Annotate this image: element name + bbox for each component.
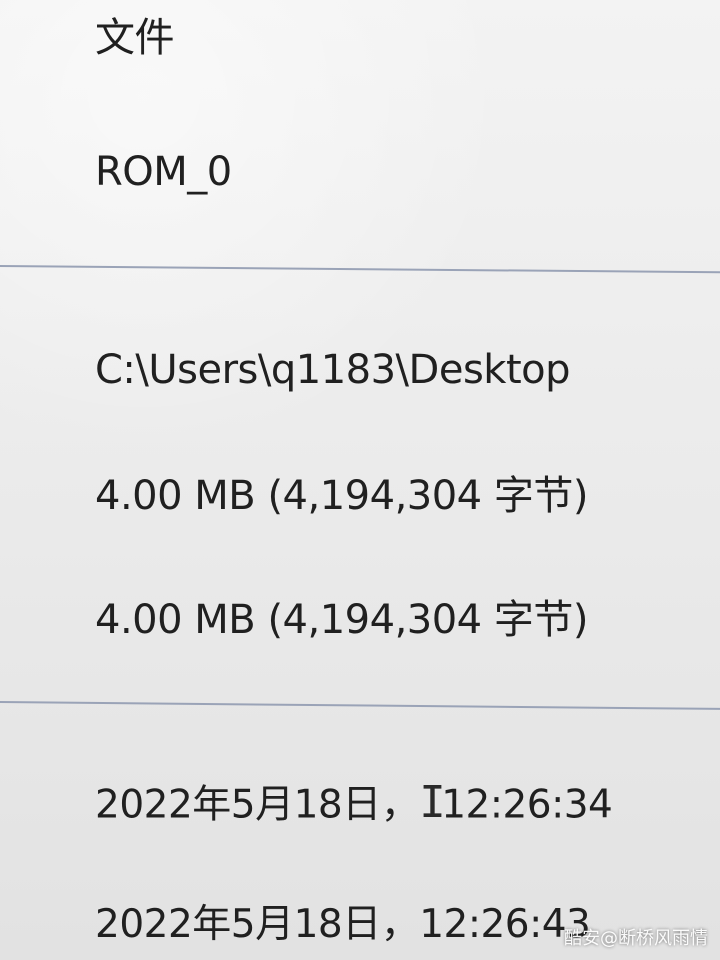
file-size-value: 4.00 MB (4,194,304 字节)	[95, 473, 588, 519]
created-datetime-row: 2022年5月18日，I12:26:34	[95, 777, 613, 829]
created-time-text: 12:26:34	[441, 782, 613, 828]
modified-datetime-value: 2022年5月18日，12:26:43	[95, 902, 591, 947]
file-location-value: C:\Users\q1183\Desktop	[95, 347, 571, 393]
watermark-text: 酷安@断桥风雨情	[564, 928, 708, 949]
created-date-text: 2022年5月18日，	[95, 782, 420, 828]
file-type-value: 文件	[95, 15, 175, 61]
section-divider	[0, 701, 720, 710]
file-properties-panel: 文件 ROM_0 C:\Users\q1183\Desktop 4.00 MB …	[0, 0, 720, 960]
file-size-on-disk-value: 4.00 MB (4,194,304 字节)	[95, 597, 588, 643]
file-name-value: ROM_0	[95, 149, 232, 195]
section-divider	[0, 265, 720, 274]
text-cursor-icon: I	[419, 777, 446, 828]
